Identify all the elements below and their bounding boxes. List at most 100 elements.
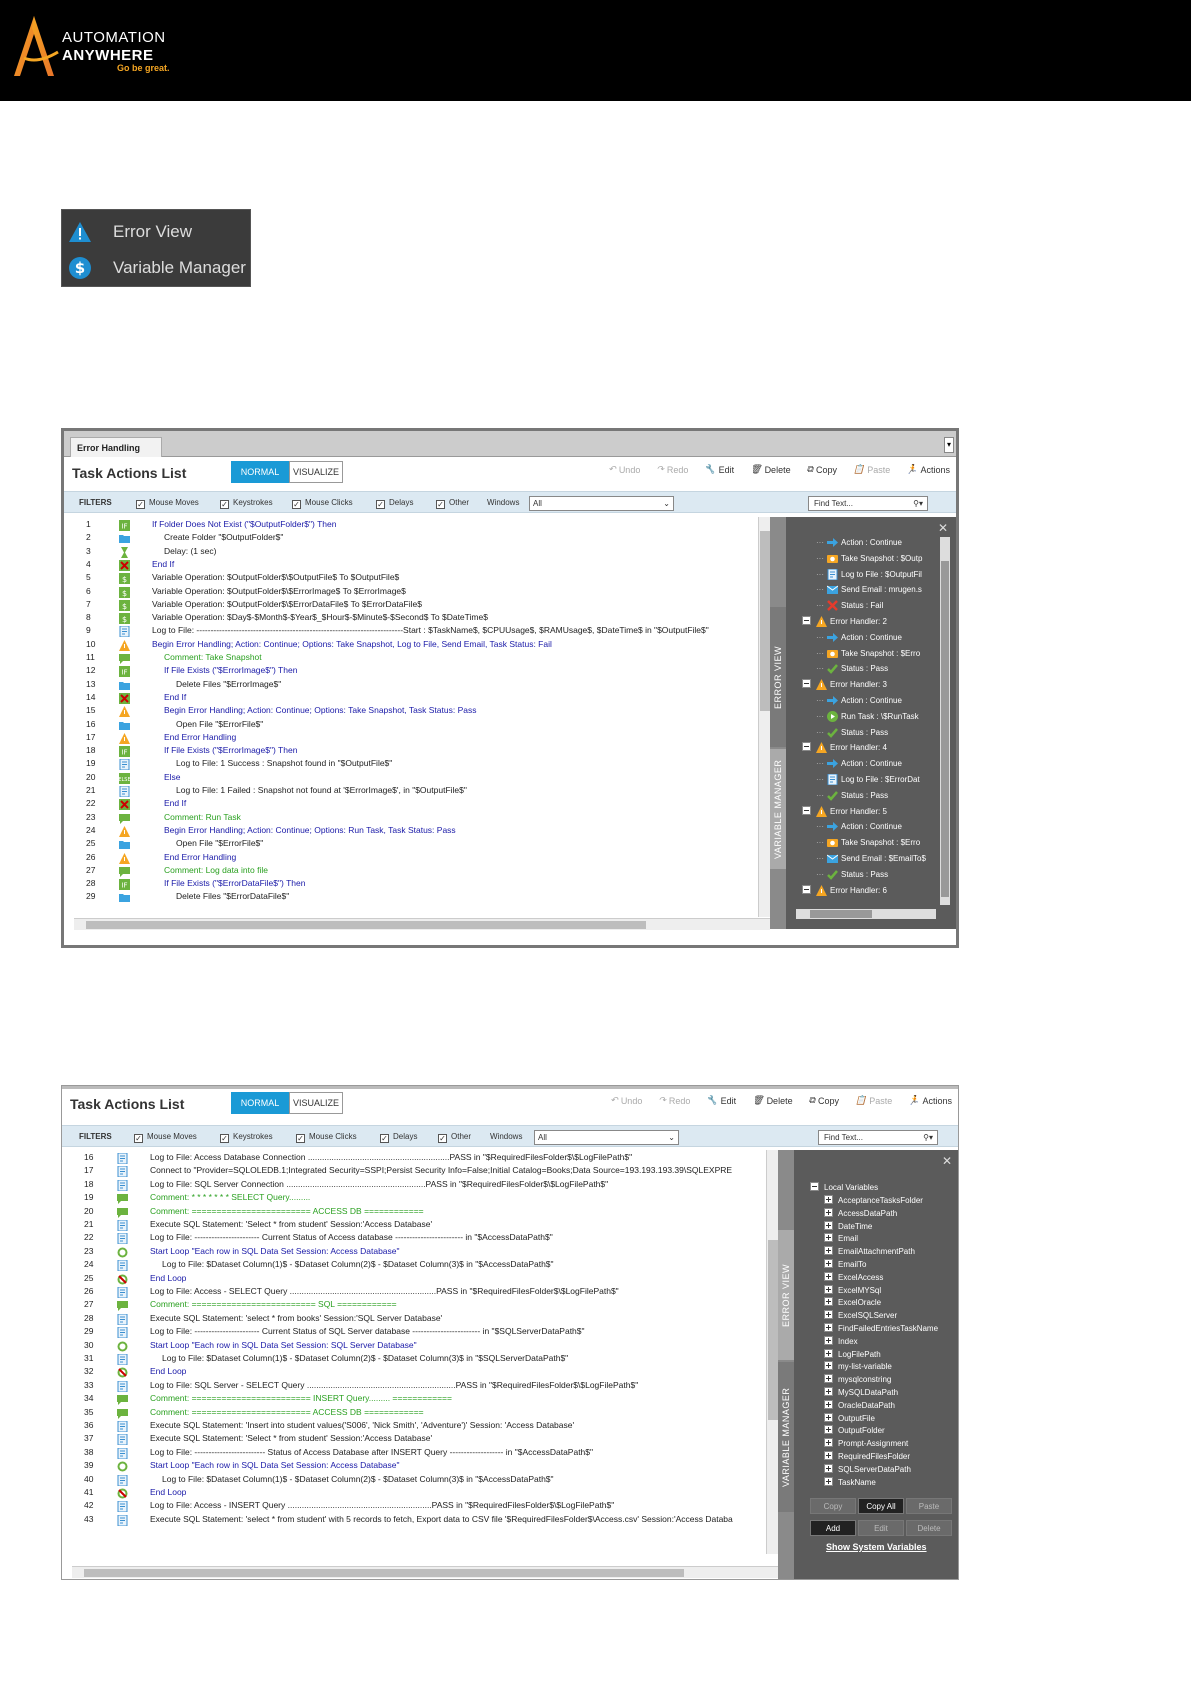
error-tree-item[interactable]: ··· Action : Continue	[816, 537, 902, 548]
expand-icon[interactable]	[824, 1246, 835, 1257]
copy-button[interactable]: ⧉ Copy	[809, 1095, 839, 1106]
error-handler-node[interactable]: Error Handler: 6	[802, 884, 887, 896]
error-tree-item[interactable]: ··· Take Snapshot : $Outp	[816, 553, 922, 564]
error-tree-item[interactable]: ··· Take Snapshot : $Erro	[816, 648, 920, 659]
expand-icon[interactable]	[824, 1220, 835, 1232]
variable-item[interactable]: OutputFolder	[824, 1425, 885, 1436]
copy-button[interactable]: Copy	[810, 1498, 856, 1514]
task-line[interactable]: 27 Comment: ========================= SQL…	[72, 1299, 778, 1313]
task-line[interactable]: 24 Log to File: $Dataset Column(1)$ - $Da…	[72, 1259, 778, 1273]
tab-variable-manager[interactable]: VARIABLE MANAGER	[778, 1362, 794, 1512]
variable-item[interactable]: MySQLDataPath	[824, 1387, 898, 1398]
error-handler-node[interactable]: Error Handler: 5	[802, 805, 887, 817]
task-line[interactable]: 8 $ Variable Operation: $Day$-$Month$-$Yea…	[74, 612, 774, 626]
edit-button[interactable]: Edit	[858, 1520, 904, 1536]
expand-icon[interactable]	[824, 1259, 835, 1270]
task-line[interactable]: 19 Log to File: 1 Success : Snapshot foun…	[74, 758, 774, 772]
undo-button[interactable]: ↶ Undo	[608, 464, 640, 475]
tab-error-view[interactable]: ERROR VIEW	[770, 607, 786, 747]
paste-button[interactable]: 📋 Paste	[855, 1095, 892, 1106]
vertical-scrollbar[interactable]	[758, 517, 770, 917]
task-line[interactable]: 18 Log to File: SQL Server Connection ...…	[72, 1179, 778, 1193]
task-line[interactable]: 30 Start Loop "Each row in SQL Data Set S…	[72, 1340, 778, 1354]
error-tree-item[interactable]: ··· Action : Continue	[816, 632, 902, 643]
task-line[interactable]: 28 Execute SQL Statement: 'select * from …	[72, 1313, 778, 1327]
task-line[interactable]: 21 Log to File: 1 Failed : Snapshot not f…	[74, 785, 774, 799]
filter-keystrokes[interactable]: ✓ Keystrokes	[220, 498, 273, 509]
horizontal-scrollbar[interactable]	[74, 918, 770, 930]
error-tree-item[interactable]: ··· Status : Pass	[816, 663, 888, 675]
expand-icon[interactable]	[824, 1451, 835, 1462]
show-system-variables-link[interactable]: Show System Variables	[826, 1542, 927, 1552]
variable-item[interactable]: ExcelMYSql	[824, 1284, 881, 1296]
local-variables-root[interactable]: Local Variables	[810, 1182, 878, 1193]
copy-all-button[interactable]: Copy All	[858, 1498, 904, 1514]
task-line[interactable]: 33 Log to File: SQL Server - SELECT Query…	[72, 1380, 778, 1394]
expand-icon[interactable]	[824, 1463, 835, 1475]
mode-normal-button[interactable]: NORMAL	[231, 1092, 289, 1114]
error-tree-item[interactable]: ··· Log to File : $ErrorDat	[816, 773, 920, 786]
close-icon[interactable]: ✕	[938, 521, 948, 535]
redo-button[interactable]: ↷ Redo	[658, 1095, 690, 1106]
actions-button[interactable]: 🏃 Actions	[906, 464, 950, 475]
actions-button[interactable]: 🏃 Actions	[908, 1095, 952, 1106]
variable-item[interactable]: Email	[824, 1233, 858, 1244]
collapse-icon[interactable]	[802, 679, 813, 690]
expand-icon[interactable]	[824, 1335, 835, 1347]
task-line[interactable]: 34 Comment: ======================== INSE…	[72, 1393, 778, 1407]
filter-mouse-moves[interactable]: ✓ Mouse Moves	[136, 498, 199, 509]
collapse-icon[interactable]	[802, 884, 813, 896]
scroll-thumb[interactable]	[810, 910, 872, 918]
task-line[interactable]: 40 Log to File: $Dataset Column(1)$ - $Da…	[72, 1474, 778, 1488]
task-line[interactable]: 7 $ Variable Operation: $OutputFolder$\$Er…	[74, 599, 774, 613]
tab-error-handling[interactable]: Error Handling	[70, 437, 162, 457]
task-line[interactable]: 38 Log to File: -------------------------…	[72, 1447, 778, 1461]
expand-icon[interactable]	[824, 1476, 835, 1488]
error-tree-item[interactable]: ··· Run Task : \$RunTask	[816, 710, 919, 722]
task-line[interactable]: 27 Comment: Log data into file	[74, 865, 774, 879]
expand-icon[interactable]	[824, 1425, 835, 1436]
scroll-thumb[interactable]	[941, 561, 949, 897]
collapse-icon[interactable]	[802, 805, 813, 817]
paste-button[interactable]: 📋 Paste	[853, 464, 890, 475]
panel-vertical-scrollbar[interactable]	[940, 537, 950, 905]
error-tree-item[interactable]: ··· Status : Pass	[816, 727, 888, 738]
task-line[interactable]: 21 Execute SQL Statement: 'Select * from …	[72, 1219, 778, 1233]
task-line[interactable]: 18 IF If File Exists ("$ErrorImage$") Then	[74, 745, 774, 759]
edit-button[interactable]: 🔧 Edit	[706, 1095, 736, 1106]
mode-visualize-button[interactable]: VISUALIZE	[289, 1092, 343, 1114]
tab-variable-manager[interactable]: VARIABLE MANAGER	[770, 749, 786, 869]
collapse-icon[interactable]	[810, 1182, 821, 1193]
copy-button[interactable]: ⧉ Copy	[807, 464, 837, 475]
error-tree-item[interactable]: ··· Status : Fail	[816, 600, 883, 612]
variable-item[interactable]: mysqlconstring	[824, 1374, 891, 1385]
variable-item[interactable]: OracleDataPath	[824, 1399, 895, 1411]
task-line[interactable]: 43 Execute SQL Statement: 'select * from …	[72, 1514, 778, 1528]
task-actions-list[interactable]: 1 IF If Folder Does Not Exist ("$OutputFol…	[74, 517, 774, 917]
expand-icon[interactable]	[824, 1195, 835, 1206]
variable-item[interactable]: ExcelOracle	[824, 1297, 881, 1308]
variable-item[interactable]: Prompt-Assignment	[824, 1438, 908, 1449]
variable-item[interactable]: RequiredFilesFolder	[824, 1451, 910, 1462]
tab-dropdown-icon[interactable]: ▾	[944, 437, 954, 453]
filter-delays[interactable]: ✓ Delays	[380, 1132, 417, 1143]
expand-icon[interactable]	[824, 1323, 835, 1334]
error-handler-node[interactable]: Error Handler: 4	[802, 742, 887, 754]
task-line[interactable]: 3 Delay: (1 sec)	[74, 546, 774, 560]
expand-icon[interactable]	[824, 1348, 835, 1360]
filter-delays[interactable]: ✓ Delays	[376, 498, 413, 509]
task-line[interactable]: 29 Log to File: ----------------------- C…	[72, 1326, 778, 1340]
error-tree-item[interactable]: ··· Status : Pass	[816, 869, 888, 880]
task-line[interactable]: 35 Comment: ======================== ACCE…	[72, 1407, 778, 1421]
mode-visualize-button[interactable]: VISUALIZE	[289, 461, 343, 483]
task-line[interactable]: 20 Comment: ======================== ACCE…	[72, 1206, 778, 1220]
error-tree-item[interactable]: ··· Send Email : mrugen.s	[816, 584, 922, 595]
task-line[interactable]: 17 Connect to "Provider=SQLOLEDB.1;Integr…	[72, 1165, 778, 1179]
expand-icon[interactable]	[824, 1297, 835, 1308]
panel-horizontal-scrollbar[interactable]	[796, 909, 936, 919]
task-line[interactable]: 1 IF If Folder Does Not Exist ("$OutputFol…	[74, 519, 774, 533]
scroll-thumb[interactable]	[84, 1569, 684, 1577]
variable-item[interactable]: ExcelAccess	[824, 1271, 883, 1283]
task-line[interactable]: 5 $ Variable Operation: $OutputFolder$\$Ou…	[74, 572, 774, 586]
task-line[interactable]: 15 Begin Error Handling; Action: Continue…	[74, 705, 774, 719]
